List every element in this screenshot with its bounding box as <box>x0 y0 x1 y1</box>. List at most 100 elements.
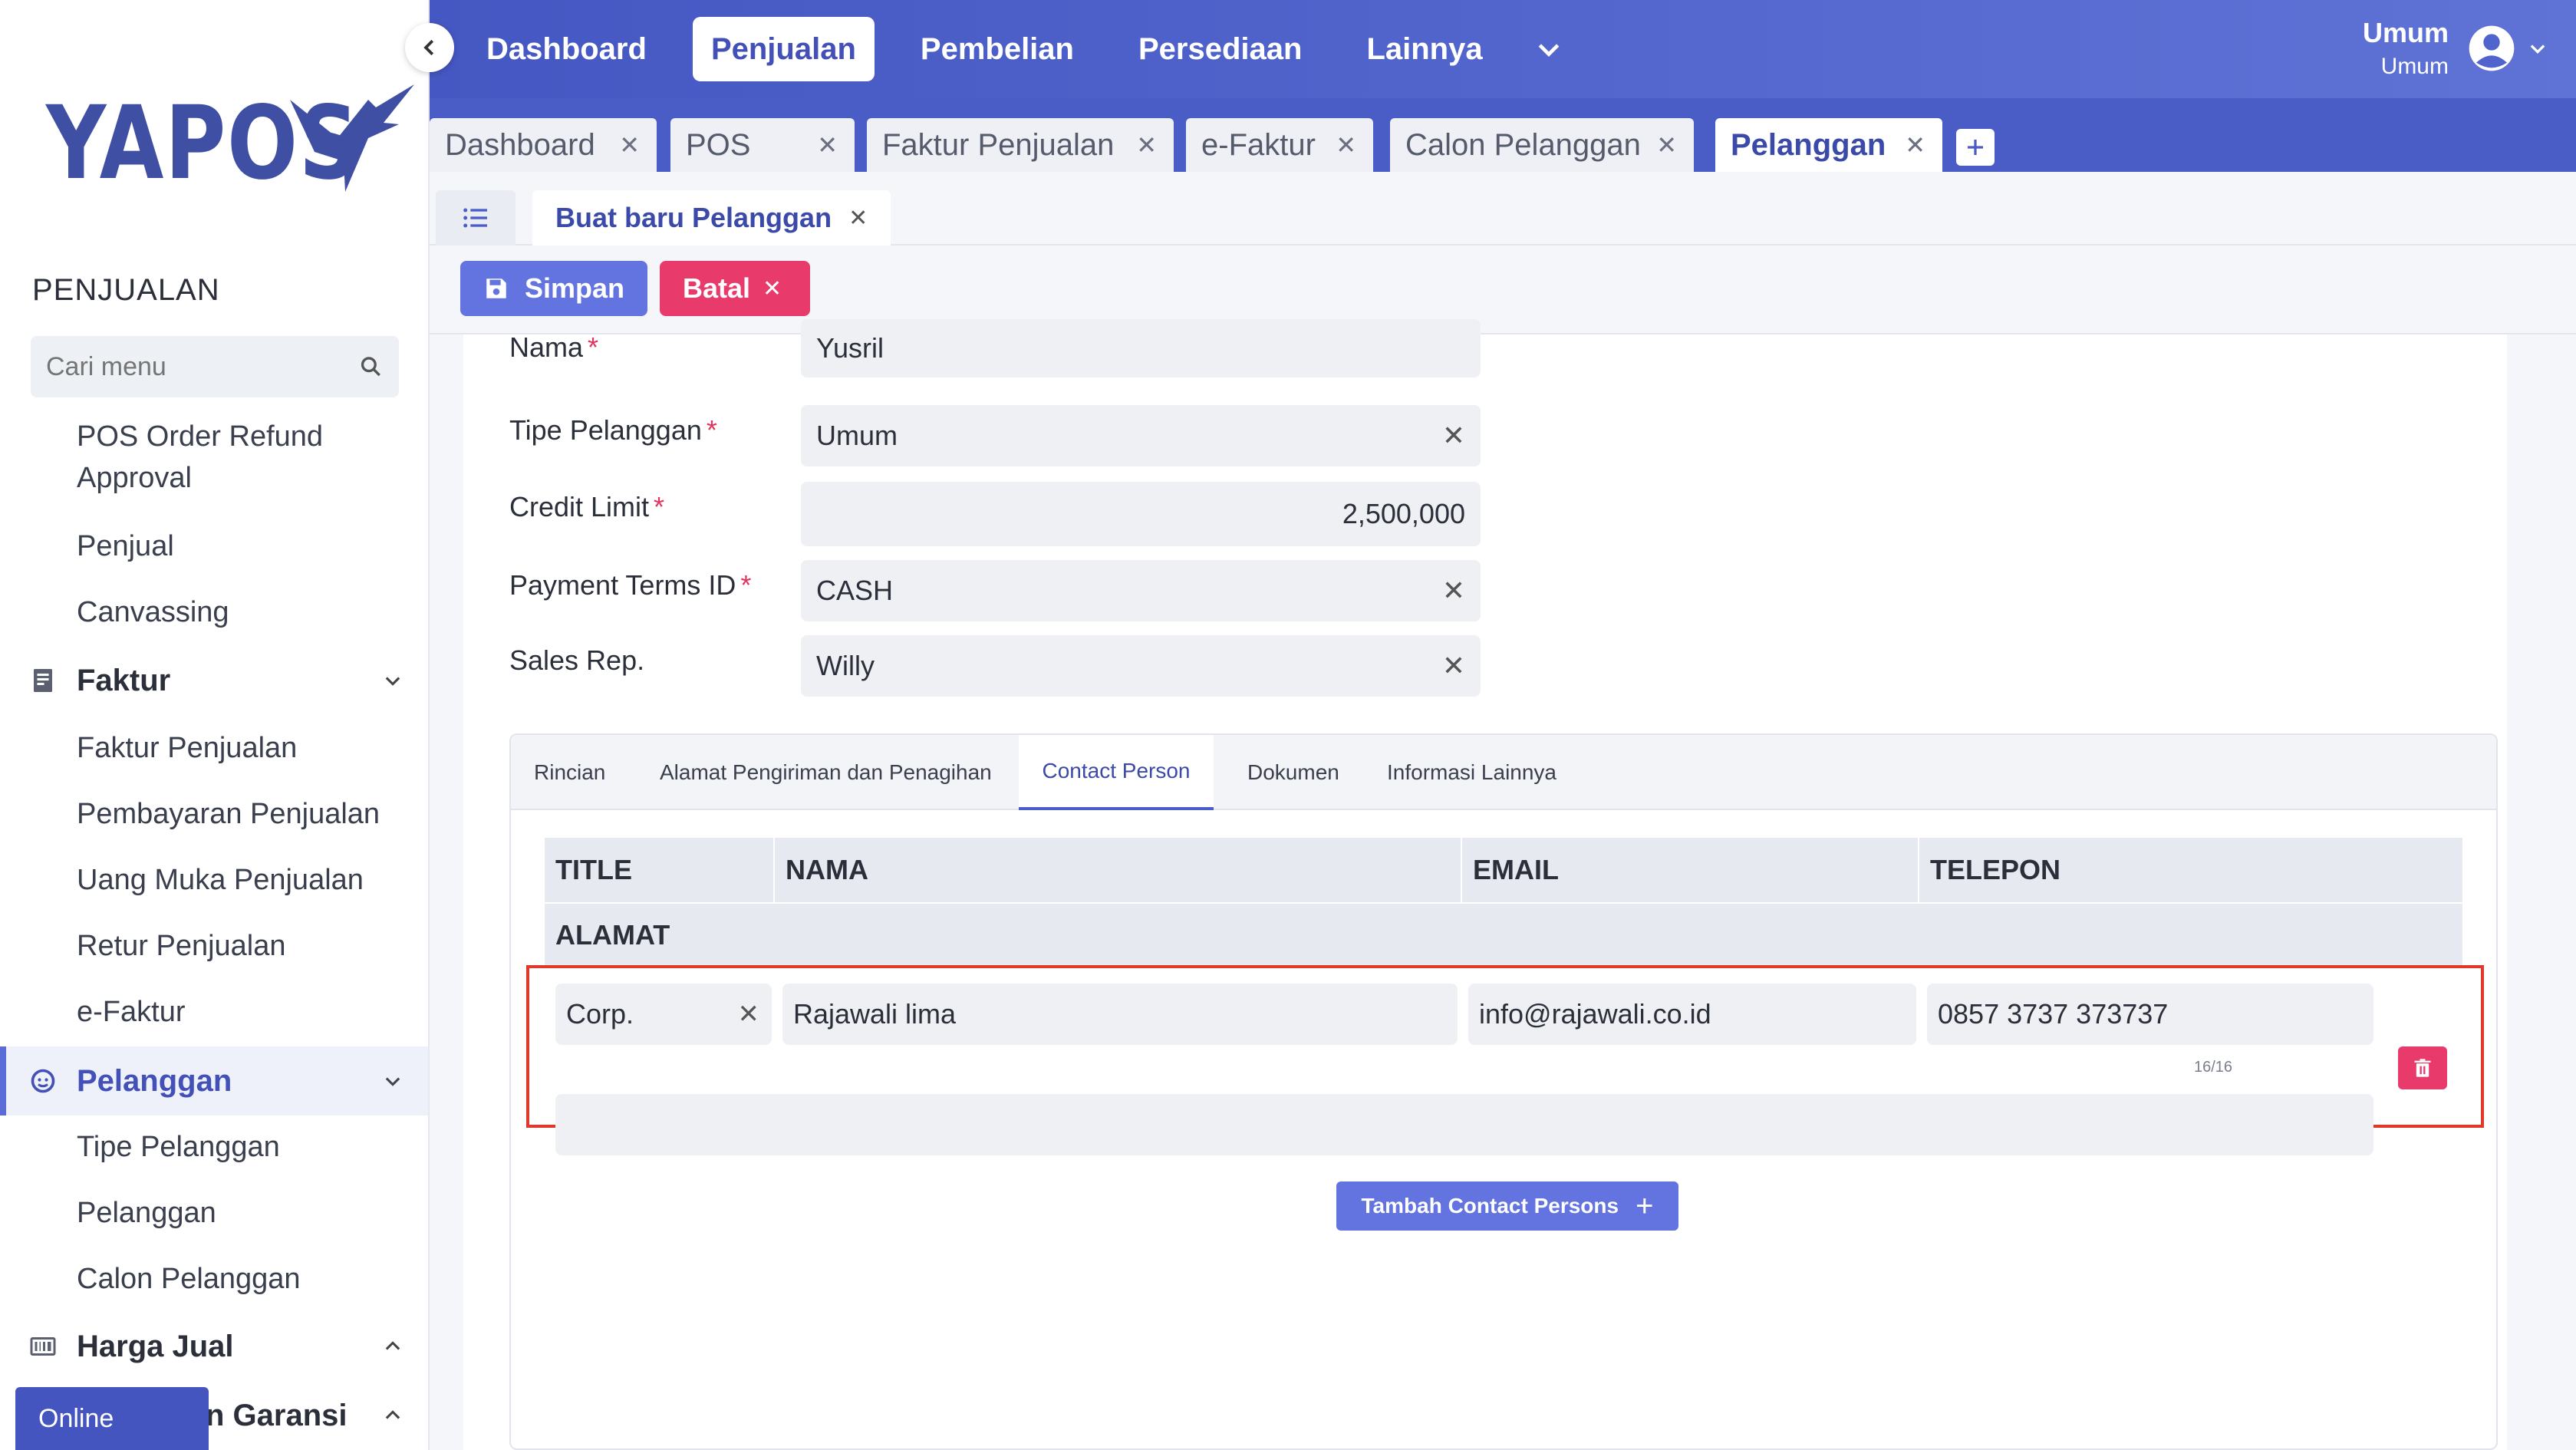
contact-alamat-input[interactable] <box>555 1094 2373 1155</box>
tab-dokumen[interactable]: Dokumen <box>1224 735 1362 810</box>
chevron-down-icon <box>385 677 400 686</box>
clear-icon[interactable]: ✕ <box>1442 575 1465 607</box>
yapos-logo: YAPOS <box>46 84 428 203</box>
tab-rincian[interactable]: Rincian <box>511 735 628 810</box>
save-button-label: Simpan <box>524 272 624 304</box>
field-payment-terms: Payment Terms ID * CASH ✕ <box>509 560 1491 621</box>
sidebar-item-uang-muka-penjualan[interactable]: Uang Muka Penjualan <box>77 859 364 901</box>
delete-row-button[interactable] <box>2398 1046 2447 1089</box>
close-icon[interactable]: ✕ <box>848 205 868 232</box>
label-text: Tipe Pelanggan <box>509 414 702 446</box>
open-tabs-bar: Dashboard ✕ POS ✕ Faktur Penjualan ✕ e-Fakt… <box>430 98 2576 172</box>
cancel-button[interactable]: Batal ✕ <box>660 261 810 316</box>
chevron-down-icon[interactable] <box>1533 34 1564 64</box>
nav-dashboard[interactable]: Dashboard <box>468 17 665 81</box>
nav-penjualan[interactable]: Penjualan <box>692 17 875 81</box>
char-counter: 16/16 <box>2194 1059 2233 1076</box>
sidebar-item-penjual[interactable]: Penjual <box>77 526 174 567</box>
nav-lainnya[interactable]: Lainnya <box>1348 17 1500 81</box>
list-view-button[interactable] <box>436 190 516 246</box>
contact-email-input[interactable]: info@rajawali.co.id <box>1468 984 1916 1045</box>
chevron-up-icon <box>385 1410 400 1419</box>
nama-input[interactable]: Yusril <box>801 319 1481 377</box>
tab-calon-pelanggan[interactable]: Calon Pelanggan ✕ <box>1390 118 1694 172</box>
sidebar-group-pelanggan[interactable]: Pelanggan <box>0 1046 428 1116</box>
clear-icon[interactable]: ✕ <box>1442 420 1465 452</box>
tab-label: e-Faktur <box>1201 127 1316 162</box>
contact-row-highlight: Corp. ✕ Rajawali lima info@rajawali.co.i… <box>526 965 2484 1155</box>
required-marker: * <box>740 569 752 601</box>
chevron-down-icon <box>2530 44 2545 54</box>
subtab-buat-baru-pelanggan[interactable]: Buat baru Pelanggan ✕ <box>532 190 891 246</box>
add-tab-button[interactable] <box>1956 129 1995 166</box>
sidebar-item-retur-penjualan[interactable]: Retur Penjualan <box>77 925 286 967</box>
tab-dashboard[interactable]: Dashboard ✕ <box>430 118 657 172</box>
sidebar-item-calon-pelanggan[interactable]: Calon Pelanggan <box>77 1258 301 1300</box>
sidebar-group-harga-jual[interactable]: Harga Jual <box>0 1313 428 1379</box>
sidebar-item-tipe-pelanggan[interactable]: Tipe Pelanggan <box>77 1126 280 1168</box>
sidebar-item-pos-order-refund[interactable]: POS Order Refund Approval <box>77 416 399 499</box>
add-contact-person-button[interactable]: Tambah Contact Persons + <box>1336 1181 1678 1231</box>
sidebar-group-faktur[interactable]: Faktur <box>0 648 428 713</box>
tab-label: Faktur Penjualan <box>882 127 1115 162</box>
field-tipe-pelanggan: Tipe Pelanggan * Umum ✕ <box>509 405 1491 466</box>
add-contact-label: Tambah Contact Persons <box>1361 1194 1619 1218</box>
tab-informasi-lainnya[interactable]: Informasi Lainnya <box>1364 735 1580 810</box>
clear-icon[interactable]: ✕ <box>1442 650 1465 682</box>
sales-rep-select[interactable]: Willy ✕ <box>801 635 1481 697</box>
field-label: Payment Terms ID * <box>509 569 751 601</box>
tipe-pelanggan-select[interactable]: Umum ✕ <box>801 405 1481 466</box>
header-nama: NAMA <box>775 838 1462 902</box>
close-icon[interactable]: ✕ <box>817 130 838 160</box>
tab-e-faktur[interactable]: e-Faktur ✕ <box>1186 118 1373 172</box>
close-icon[interactable]: ✕ <box>1905 130 1925 160</box>
header-title: TITLE <box>545 838 775 902</box>
menu-search-input[interactable] <box>46 351 358 382</box>
sidebar-collapse-button[interactable] <box>405 23 454 72</box>
select-value: Umum <box>816 420 898 451</box>
user-menu[interactable]: Umum Umum <box>2363 17 2548 80</box>
credit-limit-input[interactable]: 2,500,000 <box>801 482 1481 546</box>
menu-search[interactable] <box>31 336 399 397</box>
contact-title-select[interactable]: Corp. ✕ <box>555 984 772 1045</box>
clear-icon[interactable]: ✕ <box>738 999 760 1030</box>
select-value: CASH <box>816 575 894 606</box>
sidebar-item-faktur-penjualan[interactable]: Faktur Penjualan <box>77 727 297 769</box>
sidebar-group-label: Faktur <box>77 663 171 697</box>
sidebar-item-canvassing[interactable]: Canvassing <box>77 592 229 633</box>
payment-terms-select[interactable]: CASH ✕ <box>801 560 1481 621</box>
user-avatar-icon[interactable] <box>2467 24 2516 73</box>
nav-persediaan[interactable]: Persediaan <box>1120 17 1320 81</box>
contact-nama-input[interactable]: Rajawali lima <box>782 984 1458 1045</box>
user-info: Umum Umum <box>2363 17 2449 80</box>
close-icon[interactable]: ✕ <box>1656 130 1677 160</box>
plus-icon: + <box>1636 1188 1654 1223</box>
sidebar-item-pembayaran-penjualan[interactable]: Pembayaran Penjualan <box>77 793 380 835</box>
tab-pelanggan[interactable]: Pelanggan ✕ <box>1715 118 1942 172</box>
sidebar-item-e-faktur[interactable]: e-Faktur <box>77 991 185 1033</box>
save-button[interactable]: Simpan <box>460 261 647 316</box>
close-icon[interactable]: ✕ <box>619 130 640 160</box>
tab-pos[interactable]: POS ✕ <box>670 118 855 172</box>
tab-label: Calon Pelanggan <box>1405 127 1641 162</box>
tab-alamat[interactable]: Alamat Pengiriman dan Penagihan <box>637 735 1015 810</box>
close-icon[interactable]: ✕ <box>1136 130 1157 160</box>
tab-label: POS <box>686 127 751 162</box>
sidebar-group-label: Harga Jual <box>77 1329 234 1363</box>
user-name: Umum <box>2362 17 2449 48</box>
form-panel: Nama * Yusril Tipe Pelanggan * Umum ✕ Cred… <box>463 319 2507 1450</box>
contact-table-header: TITLE NAMA EMAIL TELEPON <box>545 838 2462 902</box>
online-status-badge[interactable]: Online <box>15 1387 209 1450</box>
tab-faktur-penjualan[interactable]: Faktur Penjualan ✕ <box>867 118 1174 172</box>
sidebar: YAPOS PENJUALAN POS Order Refund Approva… <box>0 0 430 1450</box>
contact-telepon-input[interactable]: 0857 3737 373737 <box>1927 984 2373 1045</box>
required-marker: * <box>706 414 717 446</box>
content-area: Nama * Yusril Tipe Pelanggan * Umum ✕ Cred… <box>430 319 2576 1450</box>
nav-pembelian[interactable]: Pembelian <box>902 17 1092 81</box>
sidebar-item-pelanggan[interactable]: Pelanggan <box>77 1192 216 1234</box>
tab-contact-person[interactable]: Contact Person <box>1019 735 1214 810</box>
label-text: Nama <box>509 331 584 363</box>
tab-label: Pelanggan <box>1731 127 1886 162</box>
close-icon[interactable]: ✕ <box>1336 130 1356 160</box>
subtab-label: Buat baru Pelanggan <box>555 202 832 233</box>
